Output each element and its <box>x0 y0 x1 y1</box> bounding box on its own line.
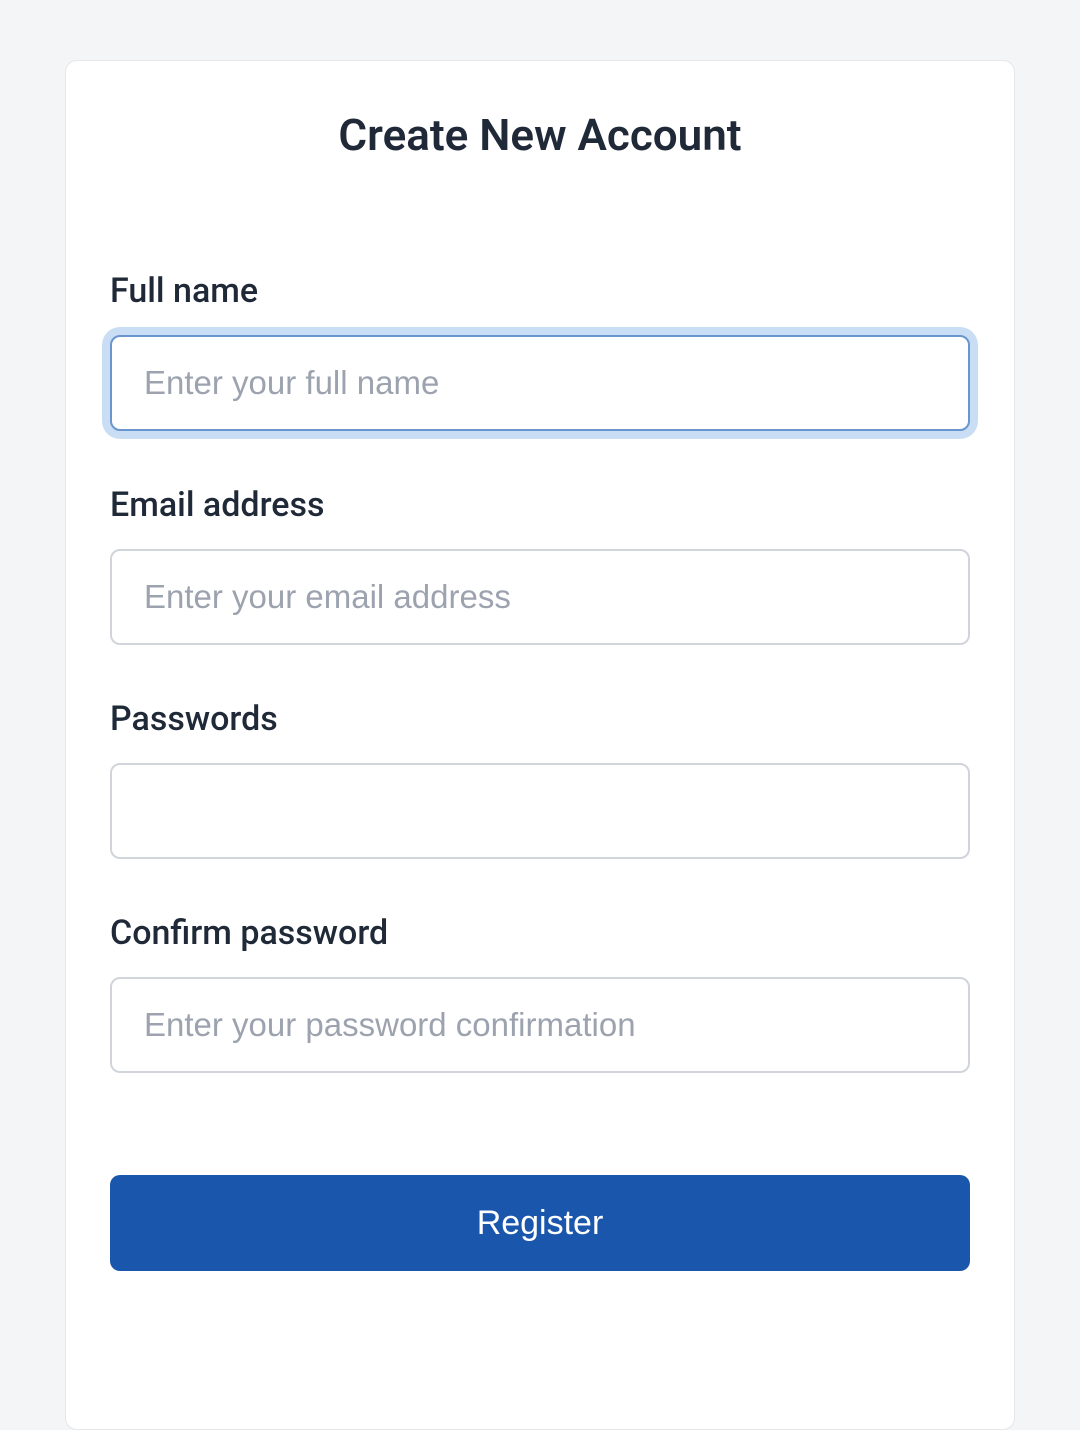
email-input[interactable] <box>110 549 970 645</box>
full-name-input[interactable] <box>110 335 970 431</box>
password-group: Passwords <box>110 699 970 859</box>
confirm-password-input[interactable] <box>110 977 970 1073</box>
confirm-password-group: Confirm password <box>110 913 970 1073</box>
password-label: Passwords <box>110 699 970 739</box>
full-name-group: Full name <box>110 271 970 431</box>
password-input[interactable] <box>110 763 970 859</box>
email-label: Email address <box>110 485 970 525</box>
full-name-label: Full name <box>110 271 970 311</box>
register-button[interactable]: Register <box>110 1175 970 1271</box>
page-title: Create New Account <box>110 109 970 161</box>
email-group: Email address <box>110 485 970 645</box>
confirm-password-label: Confirm password <box>110 913 970 953</box>
registration-card: Create New Account Full name Email addre… <box>65 60 1015 1430</box>
